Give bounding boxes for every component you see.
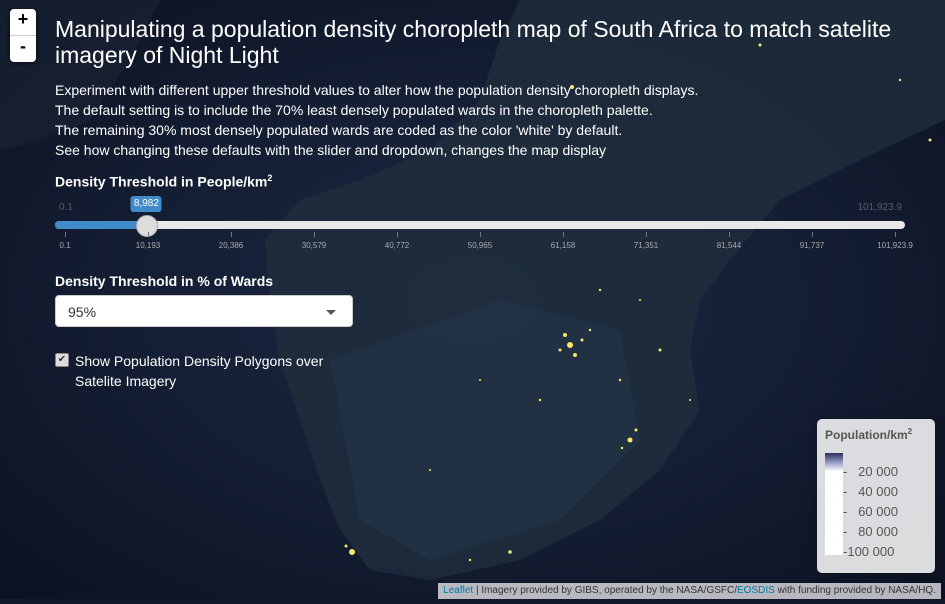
slider-tick	[563, 232, 564, 237]
wards-threshold-select[interactable]: 95%	[55, 295, 353, 327]
slider-tick	[812, 232, 813, 237]
slider-tick	[314, 232, 315, 237]
show-polygons-checkbox-row[interactable]: ✔ Show Population Density Polygons over …	[55, 351, 355, 391]
legend-level-value: 60 000	[858, 504, 898, 519]
legend-level: - 20 000	[843, 464, 898, 479]
map-attribution: Leaflet | Imagery provided by GIBS, oper…	[438, 583, 941, 599]
legend-gradient	[825, 453, 843, 555]
slider-tick-label: 81,544	[716, 241, 742, 250]
show-polygons-checkbox[interactable]: ✔	[55, 353, 69, 367]
attribution-text: | Imagery provided by GIBS, operated by …	[473, 585, 737, 596]
description-line: The default setting is to include the 70…	[55, 102, 653, 118]
zoom-in-button[interactable]: +	[10, 9, 36, 36]
zoom-out-button[interactable]: -	[10, 36, 36, 62]
eosdis-link[interactable]: EOSDIS	[737, 585, 775, 596]
legend-level: -100 000	[843, 544, 895, 559]
zoom-control: + -	[10, 9, 36, 62]
legend-level: - 40 000	[843, 484, 898, 499]
slider-tick-label: 40,772	[384, 241, 410, 250]
legend-title-text: Population/km	[825, 428, 908, 442]
chevron-down-icon	[326, 310, 336, 315]
density-threshold-slider[interactable]: 0.1 101,923.9 8,982 0.1 10,193 20,386 30,57…	[55, 196, 913, 258]
slider-tick	[65, 232, 66, 237]
slider-value-label: 8,982	[130, 196, 162, 212]
legend-title: Population/km2	[825, 427, 912, 442]
slider-tick-label: 10,193	[135, 241, 161, 250]
attribution-funding-text: with funding provided by NASA/HQ.	[774, 585, 936, 596]
slider-tick-label: 20,386	[218, 241, 244, 250]
slider-max-label: 101,923.9	[857, 202, 903, 213]
slider-tick	[729, 232, 730, 237]
slider-tick-label: 0.1	[59, 241, 71, 250]
slider-tick-label: 50,965	[467, 241, 493, 250]
legend-level-value: 40 000	[858, 484, 898, 499]
legend-title-sup: 2	[907, 427, 913, 436]
legend-level-value: 100 000	[847, 544, 895, 559]
leaflet-link[interactable]: Leaflet	[443, 585, 473, 596]
slider-tick	[480, 232, 481, 237]
slider-fill	[55, 221, 147, 229]
slider-tick-label: 61,158	[550, 241, 576, 250]
density-threshold-label-text: Density Threshold in People/km	[55, 173, 268, 190]
legend-level: - 60 000	[843, 504, 898, 519]
description-line: Experiment with different upper threshol…	[55, 82, 699, 98]
slider-tick-label: 71,351	[633, 241, 659, 250]
legend: Population/km2 - 20 000 - 40 000 - 60 00…	[817, 419, 935, 573]
slider-track[interactable]	[55, 221, 905, 229]
density-threshold-label-sup: 2	[267, 173, 273, 183]
wards-threshold-label: Density Threshold in % of Wards	[55, 273, 274, 289]
select-value: 95%	[68, 304, 97, 320]
show-polygons-label[interactable]: Show Population Density Polygons over Sa…	[75, 351, 355, 391]
slider-tick	[895, 232, 896, 237]
slider-tick	[148, 232, 149, 237]
slider-tick-label: 30,579	[301, 241, 327, 250]
description-line: The remaining 30% most densely populated…	[55, 122, 623, 138]
slider-min-label: 0.1	[59, 202, 73, 213]
slider-tick	[646, 232, 647, 237]
slider-tick	[231, 232, 232, 237]
slider-tick-label: 101,923.9	[877, 241, 913, 250]
page-title: Manipulating a population density chorop…	[55, 16, 892, 68]
legend-level: - 80 000	[843, 524, 898, 539]
legend-level-value: 80 000	[858, 524, 898, 539]
description: Experiment with different upper threshol…	[55, 80, 935, 160]
slider-tick-label: 91,737	[799, 241, 825, 250]
control-panel: Manipulating a population density chorop…	[55, 16, 935, 389]
legend-level-value: 20 000	[858, 464, 898, 479]
density-threshold-label: Density Threshold in People/km2	[55, 173, 272, 190]
description-line: See how changing these defaults with the…	[55, 142, 607, 158]
slider-tick	[397, 232, 398, 237]
